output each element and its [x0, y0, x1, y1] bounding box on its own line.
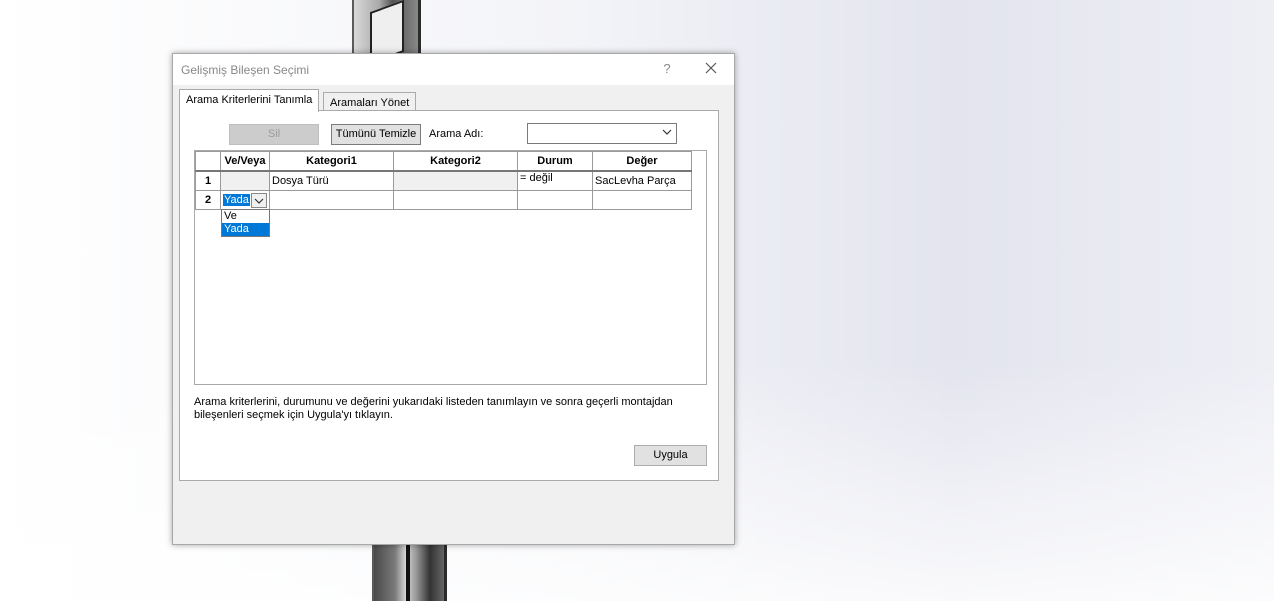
cell-value[interactable]	[592, 190, 692, 210]
dropdown-option-or[interactable]: Yada	[222, 223, 269, 236]
andor-combo-value: Yada	[223, 194, 250, 206]
search-name-select[interactable]	[527, 123, 677, 144]
instructions-text: Arama kriterlerini, durumunu ve değerini…	[194, 396, 673, 421]
header-andor: Ve/Veya	[220, 151, 270, 172]
andor-dropdown-list: Ve Yada	[221, 209, 270, 237]
dropdown-option-and[interactable]: Ve	[222, 210, 269, 223]
model-profile-top	[352, 0, 421, 65]
andor-combo-button[interactable]	[251, 193, 267, 208]
header-category2: Kategori2	[393, 151, 518, 172]
criteria-grid: Ve/Veya Kategori1 Kategori2 Durum Değer …	[194, 150, 707, 385]
row-number: 1	[195, 170, 221, 191]
close-icon	[705, 62, 717, 74]
grid-header-row: Ve/Veya Kategori1 Kategori2 Durum Değer	[195, 151, 692, 172]
dialog-title: Gelişmiş Bileşen Seçimi	[181, 63, 310, 77]
chevron-down-icon	[254, 198, 264, 204]
header-value: Değer	[592, 151, 692, 172]
table-row[interactable]: 1 Dosya Türü = değil SacLevha Parça	[195, 170, 692, 191]
row-number: 2	[195, 190, 221, 210]
criteria-panel: Sil Tümünü Temizle Arama Adı: Ve/Veya Ka…	[179, 110, 719, 481]
model-profile-bottom	[372, 543, 447, 601]
header-category1: Kategori1	[269, 151, 394, 172]
cell-category2[interactable]	[393, 190, 518, 210]
help-button[interactable]: ?	[659, 61, 675, 76]
cell-andor[interactable]	[220, 170, 270, 191]
apply-button[interactable]: Uygula	[634, 445, 707, 466]
close-button[interactable]	[701, 58, 721, 78]
cell-value[interactable]: SacLevha Parça	[592, 170, 692, 191]
chevron-down-icon	[662, 129, 672, 135]
tab-define-criteria[interactable]: Arama Kriterlerini Tanımla	[179, 89, 320, 112]
table-row[interactable]: 2 Yada	[195, 190, 692, 210]
title-bar: Gelişmiş Bileşen Seçimi ?	[173, 54, 734, 85]
cell-category1[interactable]	[269, 190, 394, 210]
cell-andor[interactable]: Yada	[220, 190, 270, 210]
cell-condition[interactable]	[517, 190, 593, 210]
corner-cell	[195, 151, 221, 172]
clear-all-button[interactable]: Tümünü Temizle	[331, 124, 421, 145]
cell-category1[interactable]: Dosya Türü	[269, 170, 394, 191]
header-condition: Durum	[517, 151, 593, 172]
advanced-component-selection-dialog: Gelişmiş Bileşen Seçimi ? Arama Kriterle…	[172, 53, 735, 545]
cell-category2[interactable]	[393, 170, 518, 191]
andor-combo[interactable]: Yada	[223, 193, 267, 208]
search-name-label: Arama Adı:	[429, 128, 484, 140]
cell-condition[interactable]: = değil	[517, 170, 593, 191]
delete-button[interactable]: Sil	[229, 124, 319, 145]
